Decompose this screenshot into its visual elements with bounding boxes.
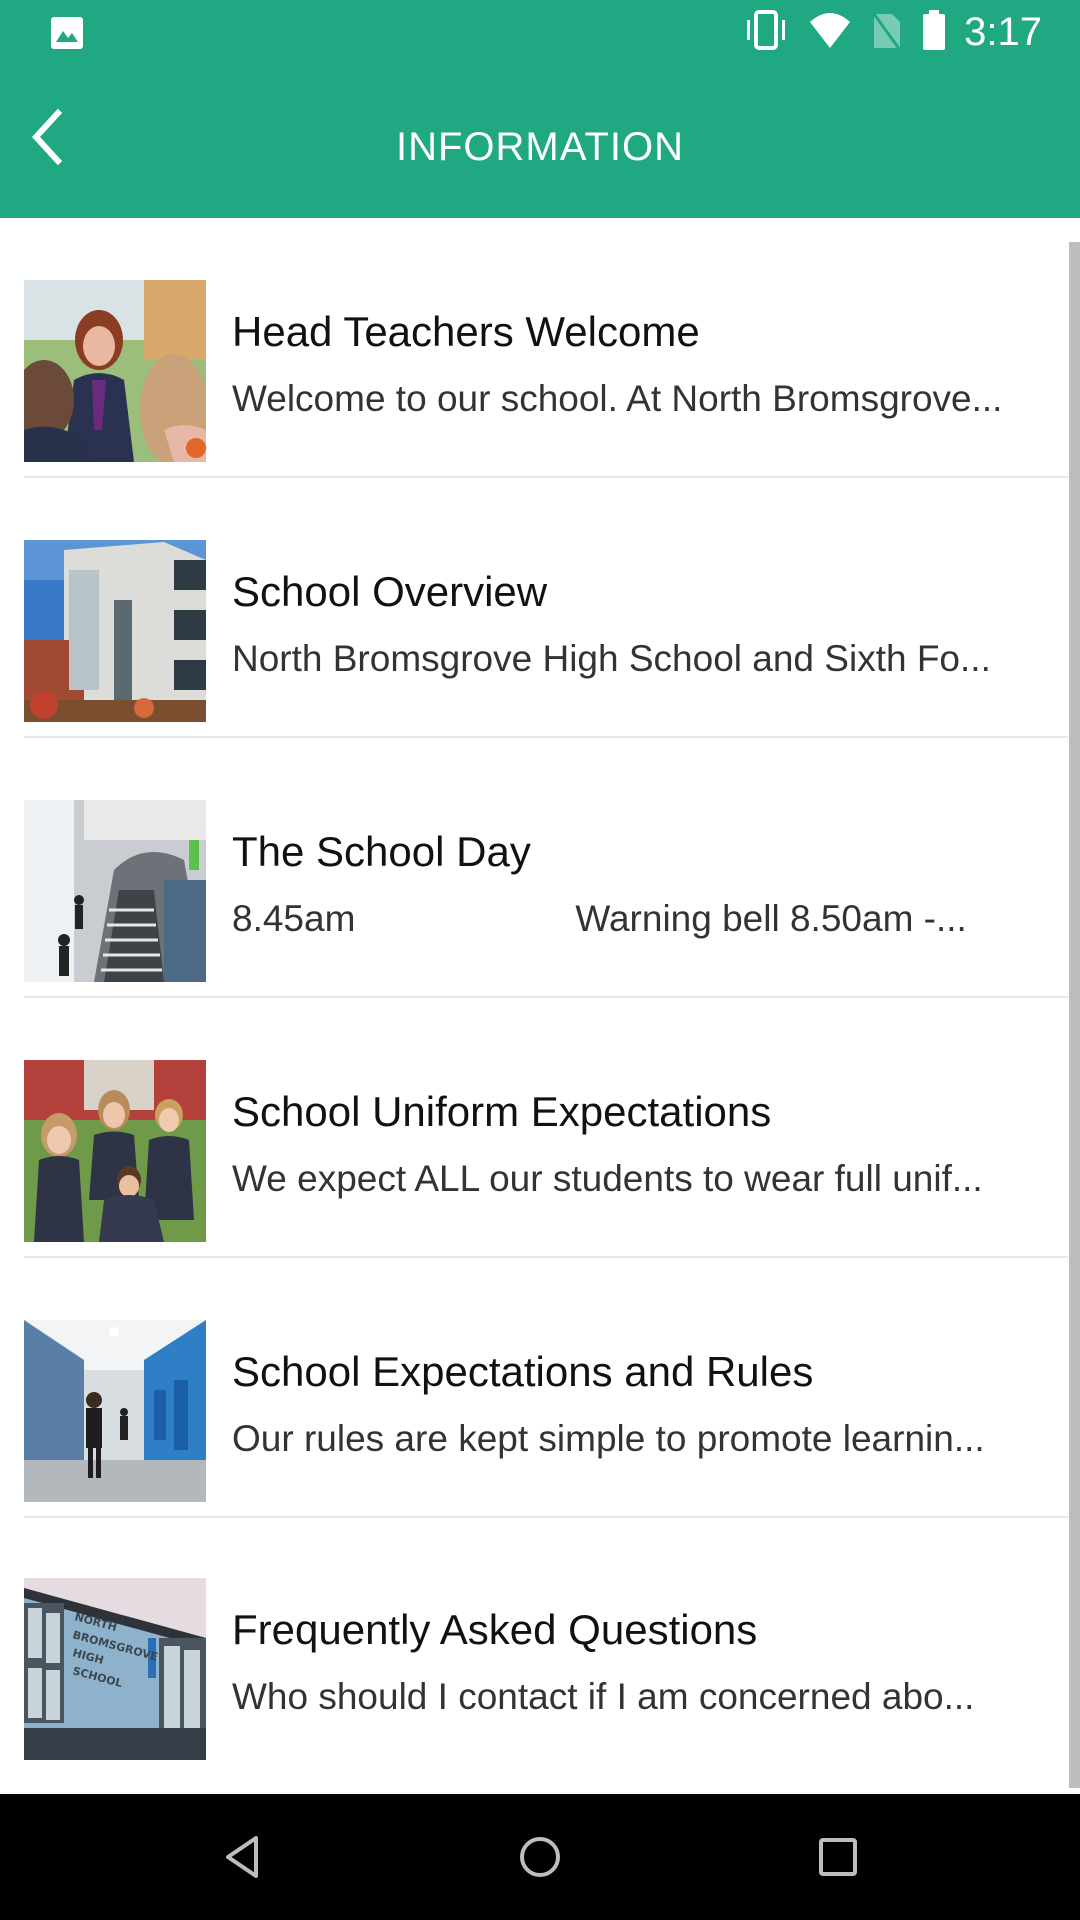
list-item-head-teachers-welcome[interactable]: Head Teachers Welcome Welcome to our sch… [0,218,1068,478]
scrollbar[interactable] [1069,242,1080,1788]
item-title: School Expectations and Rules [232,1348,814,1395]
head-teacher-photo [24,280,206,462]
status-bar: 3:17 [0,0,1080,64]
app-bar: INFORMATION [0,64,1080,218]
item-subtitle: Welcome to our school. At North Bromsgro… [232,378,1003,419]
battery-icon [922,9,946,55]
item-title: School Overview [232,568,548,615]
clock: 3:17 [964,9,1042,54]
list-item-school-expectations-and-rules[interactable]: School Expectations and Rules Our rules … [0,1258,1068,1518]
list-item-the-school-day[interactable]: The School Day 8.45am Warning bell 8.50am… [0,738,1068,998]
item-title: Head Teachers Welcome [232,308,700,355]
image-notification-icon [50,16,84,50]
page-title: INFORMATION [395,125,684,169]
school-sign-photo: NORTH BROMSGROVE HIGH SCHOOL [24,1578,206,1760]
warning-bell-time: Warning bell 8.50am -... [575,898,967,939]
nav-back-button[interactable] [207,1824,277,1894]
item-title: Frequently Asked Questions [232,1606,758,1653]
students-uniform-photo [24,1060,206,1242]
staircase-photo [24,800,206,982]
status-icons: 3:17 [742,8,1042,56]
list-item-school-overview[interactable]: School Overview North Bromsgrove High Sc… [0,478,1068,738]
list-item-frequently-asked-questions[interactable]: NORTH BROMSGROVE HIGH SCHOOL Frequently … [0,1518,1068,1778]
item-subtitle: Our rules are kept simple to promote lea… [232,1418,985,1459]
list-item-school-uniform-expectations[interactable]: School Uniform Expectations We expect AL… [0,998,1068,1258]
item-subtitle: 8.45am Warning bell 8.50am -... [232,898,1058,940]
corridor-lockers-photo [24,1320,206,1502]
wifi-icon [808,10,852,55]
nav-recents-icon [818,1837,858,1882]
item-subtitle: North Bromsgrove High School and Sixth F… [232,638,991,679]
system-nav-bar [0,1794,1080,1920]
item-subtitle: Who should I contact if I am concerned a… [232,1676,975,1717]
nav-home-button[interactable] [505,1824,575,1894]
no-sim-icon [870,10,904,55]
nav-back-icon [222,1834,262,1885]
item-subtitle: We expect ALL our students to wear full … [232,1158,983,1199]
item-title: The School Day [232,828,531,875]
school-building-photo [24,540,206,722]
item-title: School Uniform Expectations [232,1088,772,1135]
vibrate-icon [742,9,790,55]
information-list: Head Teachers Welcome Welcome to our sch… [0,218,1080,1794]
nav-home-icon [518,1835,562,1884]
start-time: 8.45am [232,898,356,939]
nav-recents-button[interactable] [803,1824,873,1894]
